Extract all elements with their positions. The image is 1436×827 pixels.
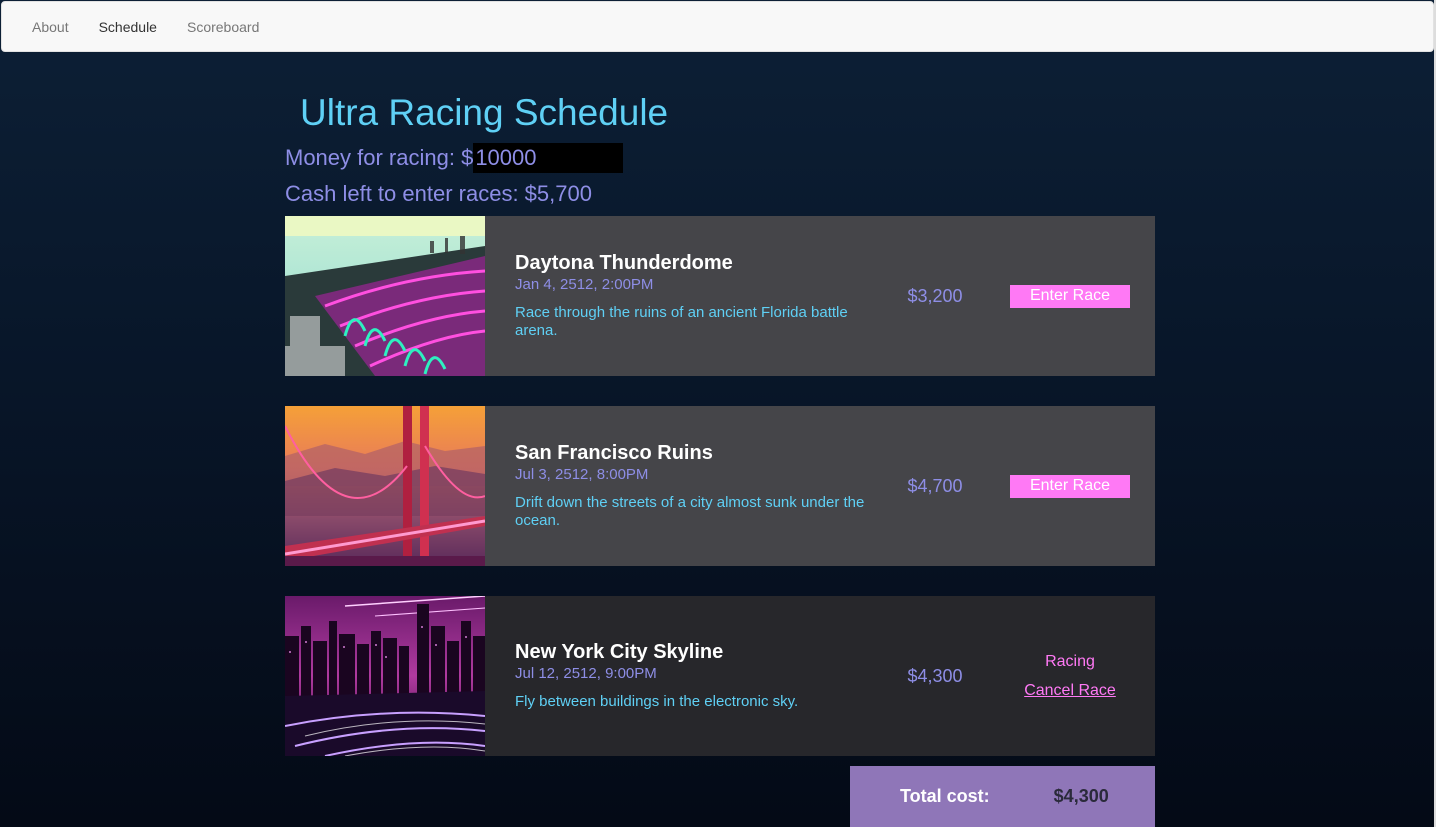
- money-label: Money for racing: $: [285, 145, 474, 170]
- money-input[interactable]: [473, 143, 624, 173]
- race-image-new-york: [285, 596, 485, 756]
- nav-about[interactable]: About: [32, 19, 69, 35]
- race-description: Fly between buildings in the electronic …: [515, 693, 799, 710]
- race-action: Enter Race: [985, 406, 1155, 566]
- total-cost-box: Total cost: $4,300: [850, 766, 1155, 827]
- nav-schedule[interactable]: Schedule: [99, 19, 157, 35]
- total-value: $4,300: [1053, 786, 1109, 806]
- race-date: Jul 12, 2512, 9:00PM: [515, 665, 657, 682]
- cash-left: Cash left to enter races: $5,700: [285, 181, 592, 206]
- race-name: San Francisco Ruins: [515, 442, 713, 464]
- race-description: Drift down the streets of a city almost …: [515, 494, 865, 529]
- race-image-san-francisco: [285, 406, 485, 566]
- race-card-daytona: Daytona Thunderdome Jan 4, 2512, 2:00PM …: [285, 216, 1155, 376]
- race-name: Daytona Thunderdome: [515, 252, 733, 274]
- race-info: New York City Skyline Jul 12, 2512, 9:00…: [485, 596, 885, 756]
- cancel-race-link[interactable]: Cancel Race: [1024, 682, 1116, 700]
- race-info: San Francisco Ruins Jul 3, 2512, 8:00PM …: [485, 406, 885, 566]
- money-row: Money for racing: $: [285, 143, 624, 173]
- top-navbar: About Schedule Scoreboard: [1, 1, 1434, 52]
- nav-scoreboard[interactable]: Scoreboard: [187, 19, 259, 35]
- race-date: Jan 4, 2512, 2:00PM: [515, 276, 654, 293]
- race-card-san-francisco: San Francisco Ruins Jul 3, 2512, 8:00PM …: [285, 406, 1155, 566]
- race-info: Daytona Thunderdome Jan 4, 2512, 2:00PM …: [485, 216, 885, 376]
- race-price: $4,300: [907, 665, 963, 686]
- race-image-daytona: [285, 216, 485, 376]
- race-action: Racing Cancel Race: [985, 596, 1155, 756]
- race-price: $3,200: [907, 285, 963, 306]
- race-description: Race through the ruins of an ancient Flo…: [515, 304, 848, 339]
- page-title: Ultra Racing Schedule: [300, 92, 669, 133]
- race-card-new-york: New York City Skyline Jul 12, 2512, 9:00…: [285, 596, 1155, 756]
- race-date: Jul 3, 2512, 8:00PM: [515, 466, 649, 483]
- enter-race-button[interactable]: Enter Race: [1010, 284, 1130, 308]
- total-label: Total cost:: [900, 786, 990, 806]
- racing-status: Racing: [1045, 652, 1095, 670]
- race-name: New York City Skyline: [515, 641, 724, 663]
- race-price: $4,700: [907, 475, 963, 496]
- enter-race-button[interactable]: Enter Race: [1010, 474, 1130, 498]
- race-action: Enter Race: [985, 216, 1155, 376]
